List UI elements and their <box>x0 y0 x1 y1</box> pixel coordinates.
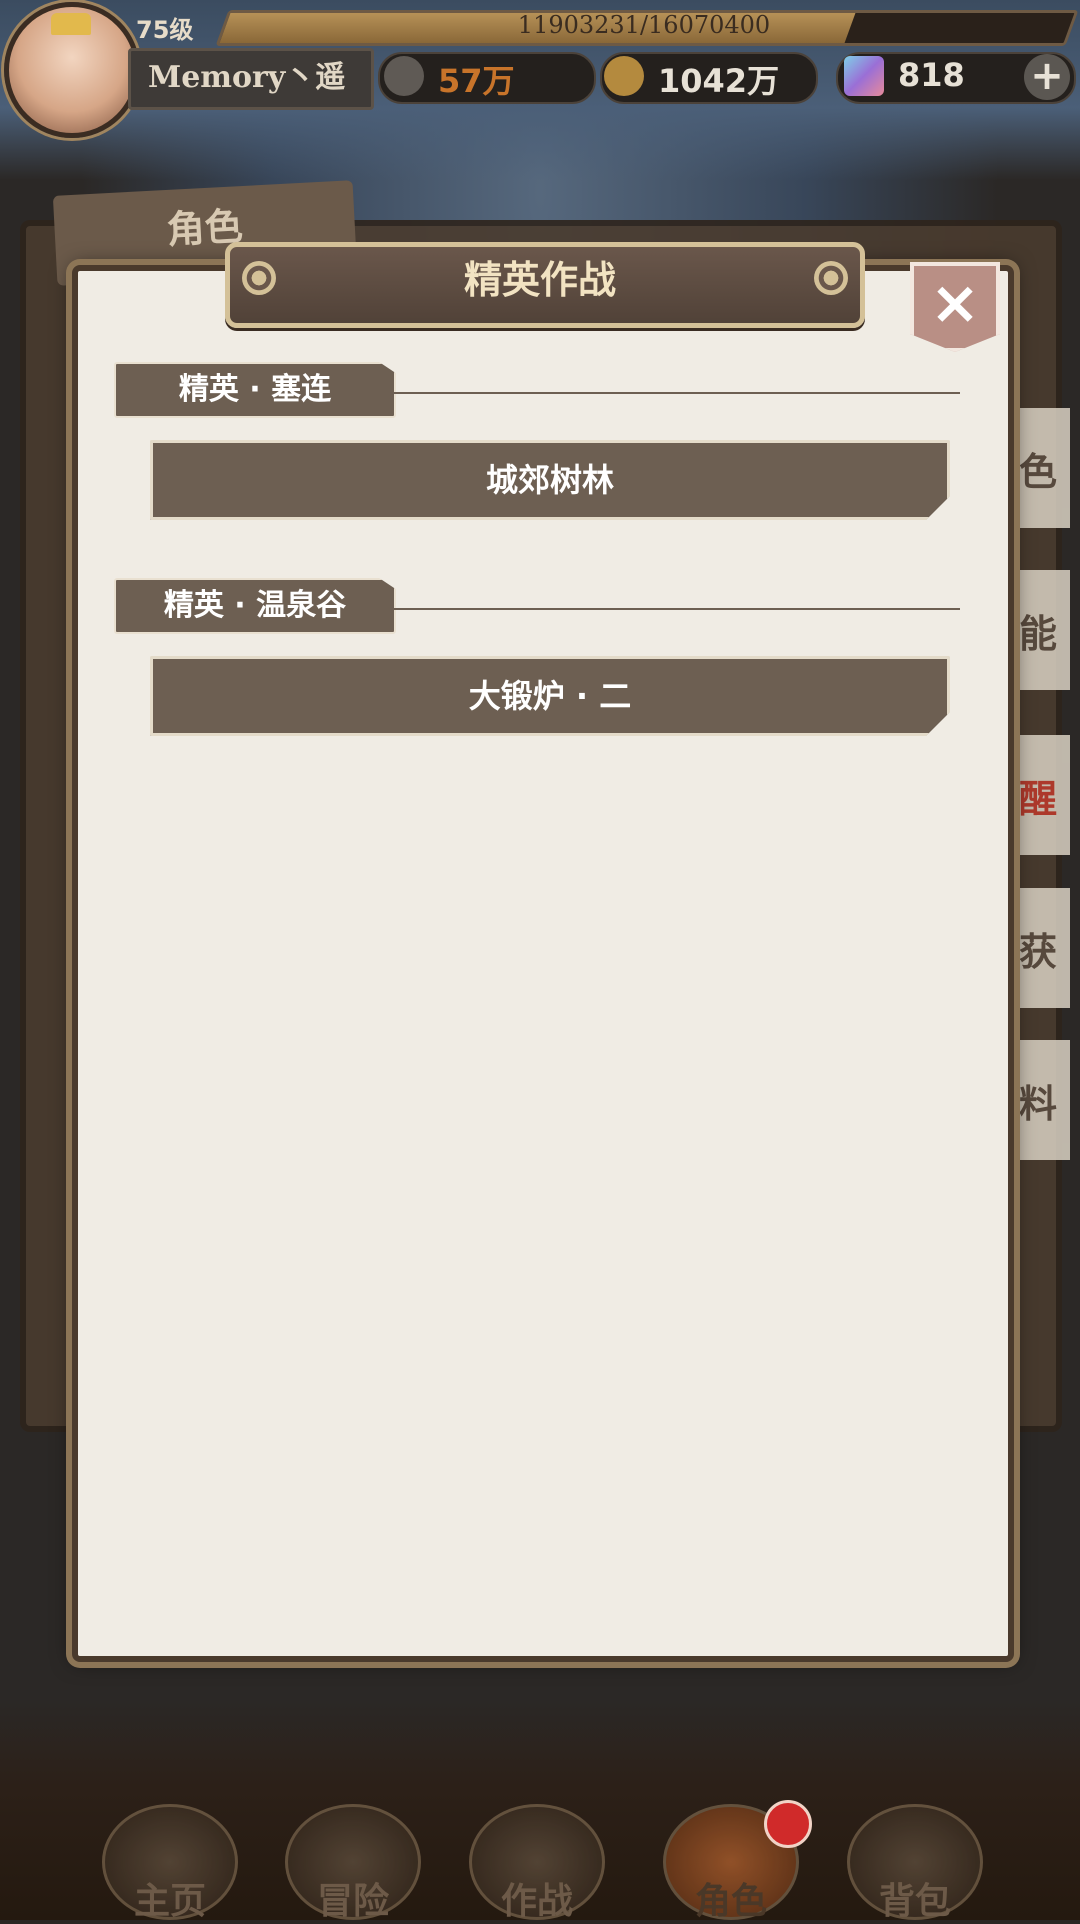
nav-bag-label: 背包 <box>878 1881 951 1922</box>
player-avatar[interactable] <box>4 2 140 138</box>
section-label-sailian: 精英 · 塞连 <box>114 362 396 418</box>
nav-character-label: 角色 <box>694 1881 767 1922</box>
gold-coin-icon <box>604 56 644 96</box>
exp-text: 11903231/16070400 <box>517 11 771 39</box>
gem-icon <box>844 56 884 96</box>
section-label-wenquangu: 精英 · 温泉谷 <box>114 578 396 634</box>
side-tab-5: 料 <box>1006 1040 1070 1160</box>
nav-adventure-label: 冒险 <box>316 1881 389 1922</box>
side-tab-2: 能 <box>1006 570 1070 690</box>
section-divider <box>392 608 960 610</box>
player-name: Memory丶遥 <box>148 60 346 95</box>
stage-button-chengjiao-shulin[interactable]: 城郊树林 <box>150 440 950 520</box>
close-button[interactable]: × <box>910 262 1000 352</box>
nav-battle[interactable]: 作战 <box>462 1780 612 1922</box>
nav-home-label: 主页 <box>133 1881 206 1922</box>
crossed-swords-icon <box>384 56 424 96</box>
stage-button-daduanlu-2[interactable]: 大锻炉 · 二 <box>150 656 950 736</box>
nav-adventure[interactable]: 冒险 <box>278 1780 428 1922</box>
gem-value: 818 <box>898 56 965 94</box>
side-tab-4: 获 <box>1006 888 1070 1008</box>
crown-icon <box>51 13 91 35</box>
side-tab-3: 醒 <box>1006 735 1070 855</box>
player-level: 75级 <box>136 16 194 44</box>
nav-home[interactable]: 主页 <box>95 1780 245 1922</box>
side-tab-1: 色 <box>1006 408 1070 528</box>
nav-bag[interactable]: 背包 <box>840 1780 990 1922</box>
add-gems-button[interactable]: + <box>1024 54 1070 100</box>
notification-badge <box>764 1800 812 1848</box>
power-value: 57万 <box>438 62 515 100</box>
gold-value: 1042万 <box>658 62 780 100</box>
nav-battle-label: 作战 <box>500 1881 573 1922</box>
section-divider <box>392 392 960 394</box>
modal-title: 精英作战 <box>463 258 616 302</box>
